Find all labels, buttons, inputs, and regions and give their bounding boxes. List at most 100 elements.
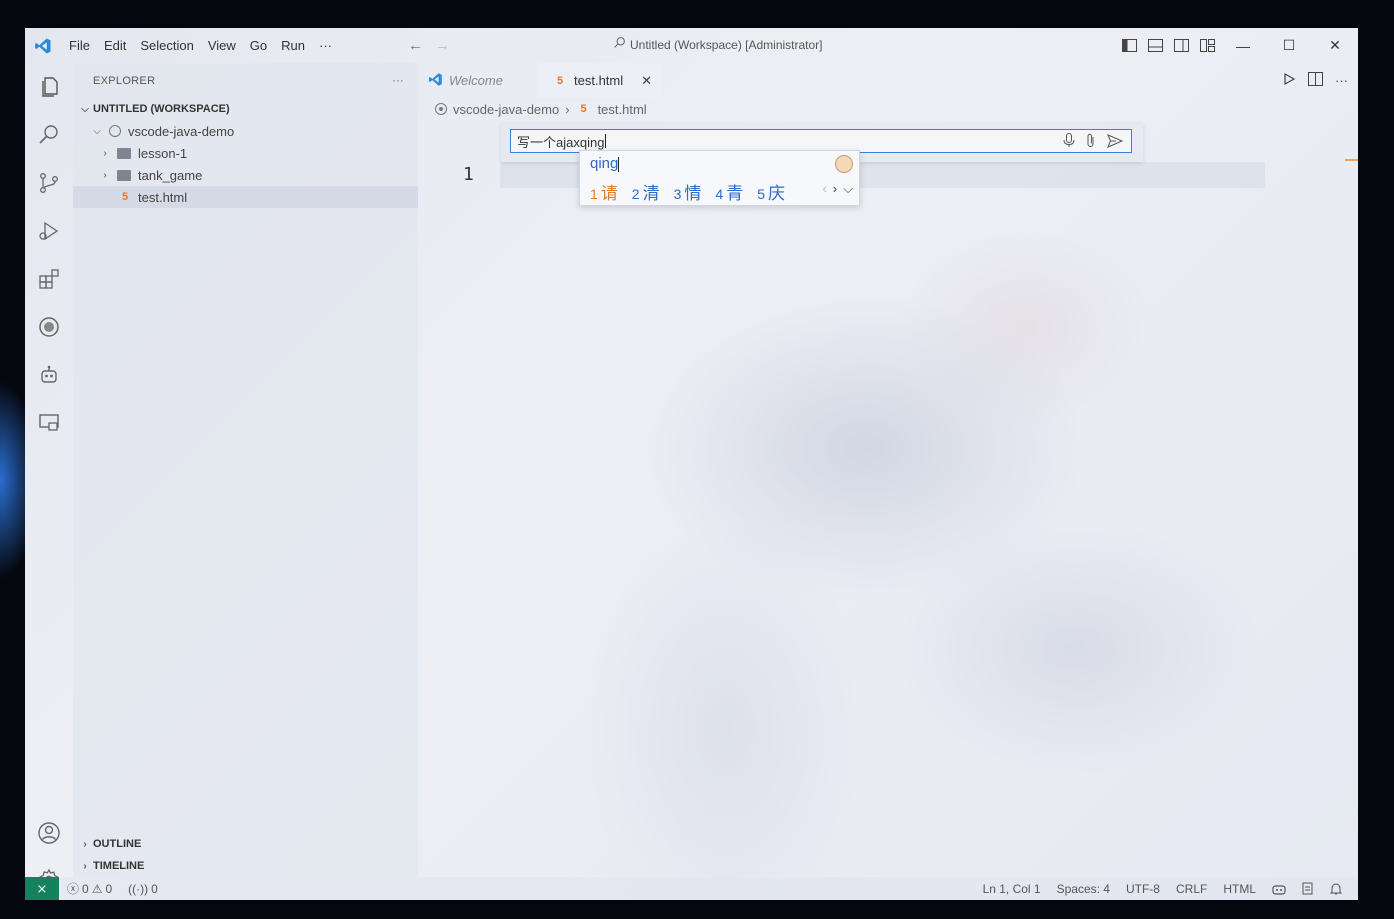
ports-status[interactable]: ((·)) 0: [120, 882, 166, 896]
menu-view[interactable]: View: [201, 28, 243, 63]
breadcrumb-file[interactable]: test.html: [598, 102, 647, 117]
menu-selection[interactable]: Selection: [133, 28, 200, 63]
menu-go[interactable]: Go: [243, 28, 274, 63]
line-ending[interactable]: CRLF: [1168, 882, 1215, 896]
workspace-section-header[interactable]: ⌵ UNTITLED (WORKSPACE): [73, 98, 418, 120]
tree-root-folder[interactable]: ⌵ vscode-java-demo: [73, 120, 418, 142]
window-title[interactable]: Untitled (Workspace) [Administrator]: [613, 28, 823, 63]
extensions-icon[interactable]: [25, 255, 73, 303]
split-editor-icon[interactable]: [1308, 72, 1323, 89]
maximize-button[interactable]: ☐: [1266, 28, 1312, 63]
tab-test-html[interactable]: 5 test.html ✕: [538, 63, 663, 98]
menu-more[interactable]: ···: [312, 28, 339, 63]
ime-candidates: 1请 2清 3情 4青 5庆: [590, 179, 799, 204]
tab-label: test.html: [574, 73, 624, 88]
run-debug-icon[interactable]: [25, 207, 73, 255]
warning-count: 0: [105, 881, 113, 896]
outline-section-header[interactable]: › OUTLINE: [73, 833, 418, 855]
title-controls: — ☐ ✕: [1116, 28, 1358, 63]
github-icon[interactable]: [25, 303, 73, 351]
remote-indicator-icon[interactable]: ⨯: [25, 877, 59, 900]
feedback-icon[interactable]: [1294, 882, 1322, 895]
chevron-down-icon: ⌵: [81, 103, 89, 115]
error-count: 0: [82, 881, 89, 896]
tree-item-tank-game[interactable]: › tank_game: [73, 164, 418, 186]
copilot-status-icon[interactable]: [1264, 883, 1294, 895]
toggle-primary-sidebar-icon[interactable]: [1116, 28, 1142, 63]
text-caret: [618, 156, 620, 172]
close-tab-icon[interactable]: ✕: [641, 73, 652, 89]
ime-candidate-4[interactable]: 4青: [715, 179, 743, 204]
problems-status[interactable]: ⓧ 0 ⚠ 0: [59, 880, 120, 897]
run-file-icon[interactable]: [1282, 72, 1296, 89]
remote-explorer-icon[interactable]: [25, 399, 73, 447]
explorer-more-actions[interactable]: ···: [392, 75, 404, 87]
folder-icon: [117, 169, 131, 181]
editor-tabs: Welcome 5 test.html ✕: [418, 63, 1358, 98]
ime-pinyin-text: qing: [590, 155, 619, 172]
html-file-icon: 5: [121, 191, 129, 203]
menu-run[interactable]: Run: [274, 28, 312, 63]
breadcrumb-folder[interactable]: vscode-java-demo: [453, 102, 559, 117]
search-icon: [613, 28, 626, 63]
chevron-right-icon: ›: [83, 860, 87, 872]
html-file-icon: 5: [580, 103, 587, 115]
microphone-icon[interactable]: [1063, 133, 1075, 151]
chat-input-text: 写一个ajaxqing: [517, 134, 605, 150]
ime-expand-icon[interactable]: ⌵: [843, 181, 853, 197]
minimize-button[interactable]: —: [1220, 28, 1266, 63]
outline-title: OUTLINE: [93, 838, 142, 850]
title-bar: File Edit Selection View Go Run ··· ← → …: [25, 28, 1358, 63]
accounts-icon[interactable]: [25, 809, 73, 857]
encoding[interactable]: UTF-8: [1118, 882, 1168, 896]
workspace-title: UNTITLED (WORKSPACE): [93, 103, 230, 115]
ime-skin-icon[interactable]: [835, 155, 853, 173]
explorer-title: EXPLORER: [93, 74, 156, 87]
ime-prev-page-icon[interactable]: ‹: [822, 181, 826, 197]
ime-candidate-2[interactable]: 2清: [632, 179, 660, 204]
ime-candidate-1[interactable]: 1请: [590, 179, 618, 204]
notifications-bell-icon[interactable]: [1322, 882, 1350, 895]
source-control-icon[interactable]: [25, 159, 73, 207]
customize-layout-icon[interactable]: [1194, 28, 1220, 63]
ime-candidate-5[interactable]: 5庆: [757, 179, 785, 204]
close-window-button[interactable]: ✕: [1312, 28, 1358, 63]
vscode-window: File Edit Selection View Go Run ··· ← → …: [25, 28, 1358, 900]
activity-bar: [25, 63, 73, 892]
copilot-robot-icon[interactable]: [25, 351, 73, 399]
ports-count: 0: [151, 881, 158, 896]
ime-candidate-window: qing 1请 2清 3情 4青 5庆 ‹ › ⌵: [579, 150, 860, 206]
vscode-logo-icon: [428, 72, 443, 90]
ime-next-page-icon[interactable]: ›: [833, 181, 837, 197]
html-file-icon: 5: [556, 74, 564, 87]
timeline-section-header[interactable]: › TIMELINE: [73, 855, 418, 877]
attach-icon[interactable]: [1085, 133, 1097, 151]
tab-welcome[interactable]: Welcome: [418, 63, 538, 98]
language-mode[interactable]: HTML: [1215, 882, 1264, 896]
indentation[interactable]: Spaces: 4: [1049, 882, 1118, 896]
ime-candidate-3[interactable]: 3情: [674, 179, 702, 204]
explorer-icon[interactable]: [25, 63, 73, 111]
explorer-header: EXPLORER ···: [73, 63, 418, 98]
ime-composition: qing: [590, 155, 620, 172]
cursor-position[interactable]: Ln 1, Col 1: [975, 882, 1049, 896]
tree-item-label: test.html: [138, 189, 188, 205]
chevron-right-icon: ›: [565, 101, 570, 117]
toggle-panel-icon[interactable]: [1142, 28, 1168, 63]
chevron-down-icon: ⌵: [93, 125, 101, 137]
menu-file[interactable]: File: [62, 28, 97, 63]
back-arrow-icon[interactable]: ←: [408, 37, 423, 54]
menu-edit[interactable]: Edit: [97, 28, 133, 63]
search-view-icon[interactable]: [25, 111, 73, 159]
tree-item-label: vscode-java-demo: [128, 123, 235, 139]
status-bar-right: Ln 1, Col 1 Spaces: 4 UTF-8 CRLF HTML: [975, 877, 1350, 900]
tab-label: Welcome: [449, 73, 503, 88]
tree-item-test-html[interactable]: 5 test.html: [73, 186, 418, 208]
tree-item-lesson-1[interactable]: › lesson-1: [73, 142, 418, 164]
more-actions-icon[interactable]: ···: [1335, 73, 1348, 88]
warning-icon: ⚠: [91, 881, 103, 896]
forward-arrow-icon[interactable]: →: [435, 37, 450, 54]
explorer-sidebar: EXPLORER ··· ⌵ UNTITLED (WORKSPACE) ⌵ vs…: [73, 63, 418, 877]
toggle-secondary-sidebar-icon[interactable]: [1168, 28, 1194, 63]
send-icon[interactable]: [1107, 133, 1124, 151]
